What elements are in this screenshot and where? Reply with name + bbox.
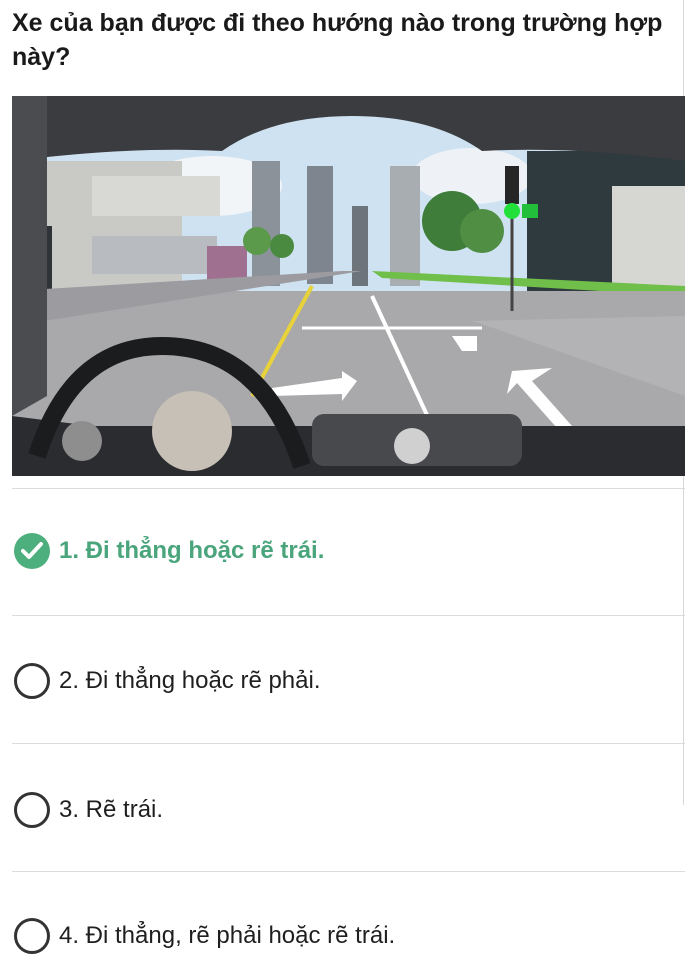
option-3[interactable]: 3. Rẽ trái. [14,790,674,830]
divider [12,615,685,616]
option-2[interactable]: 2. Đi thẳng hoặc rẽ phải. [14,661,674,701]
option-label: 3. Rẽ trái. [59,796,164,823]
divider [12,743,685,744]
option-label: 4. Đi thẳng, rẽ phải hoặc rẽ trái. [59,922,396,949]
traffic-light-green [504,203,520,219]
option-label: 2. Đi thẳng hoặc rẽ phải. [59,667,321,694]
radio-empty-icon [14,663,50,699]
radio-empty-icon [14,918,50,954]
divider [12,871,685,872]
divider [12,488,685,489]
question-text: Xe của bạn được đi theo hướng nào trong … [12,9,663,71]
radio-empty-icon [14,792,50,828]
option-label: 1. Đi thẳng hoặc rẽ trái. [59,537,325,564]
option-1[interactable]: 1. Đi thẳng hoặc rẽ trái. [14,531,674,571]
scene-image [12,96,685,476]
check-icon [14,533,50,569]
option-4[interactable]: 4. Đi thẳng, rẽ phải hoặc rẽ trái. [14,916,674,956]
